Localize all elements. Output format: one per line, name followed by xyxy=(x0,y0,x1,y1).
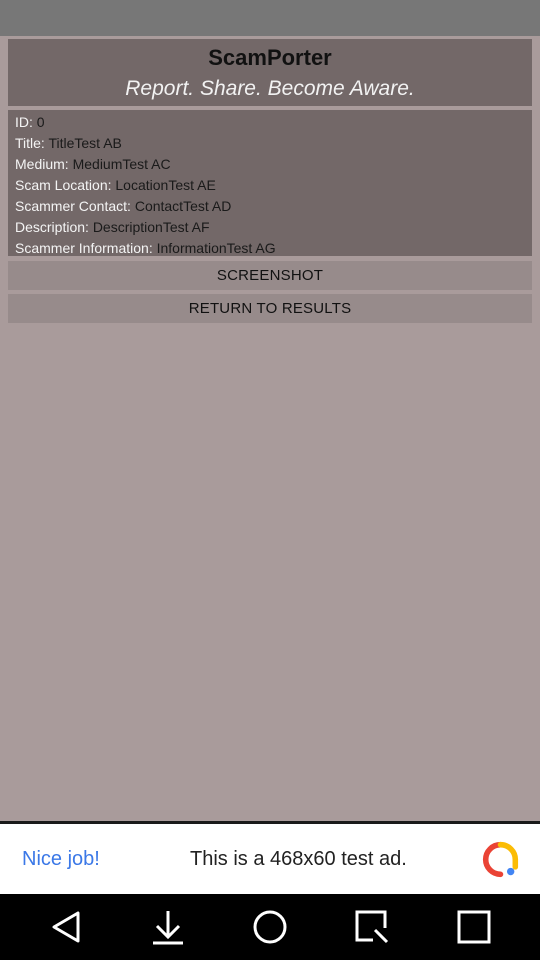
back-icon[interactable] xyxy=(48,908,86,946)
report-details-panel: ID: 0 Title: TitleTest AB Medium: Medium… xyxy=(8,110,532,256)
detail-row-description: Description: DescriptionTest AF xyxy=(15,217,525,238)
app-header: ScamPorter Report. Share. Become Aware. xyxy=(8,39,532,106)
home-icon[interactable] xyxy=(251,908,289,946)
detail-value: TitleTest AB xyxy=(48,135,122,151)
ad-text[interactable]: This is a 468x60 test ad. xyxy=(190,848,407,871)
return-to-results-button[interactable]: RETURN TO RESULTS xyxy=(8,294,532,323)
app-title: ScamPorter xyxy=(208,45,332,70)
detail-value: DescriptionTest AF xyxy=(92,219,210,235)
detail-label: Scam Location: xyxy=(15,177,112,193)
detail-label: Medium: xyxy=(15,156,69,172)
screenshot-button[interactable]: SCREENSHOT xyxy=(8,261,532,290)
detail-value: ContactTest AD xyxy=(134,198,232,214)
detail-label: Title: xyxy=(15,135,45,151)
detail-row-scammer-contact: Scammer Contact: ContactTest AD xyxy=(15,196,525,217)
recents-icon[interactable] xyxy=(455,908,493,946)
detail-row-id: ID: 0 xyxy=(15,112,525,133)
detail-value: MediumTest AC xyxy=(72,156,171,172)
detail-value: LocationTest AE xyxy=(115,177,216,193)
adchoices-logo-icon[interactable] xyxy=(482,841,519,878)
screenshot-icon[interactable] xyxy=(353,908,391,946)
detail-value: InformationTest AG xyxy=(156,240,276,256)
detail-row-scam-location: Scam Location: LocationTest AE xyxy=(15,175,525,196)
detail-label: Description: xyxy=(15,219,89,235)
detail-row-title: Title: TitleTest AB xyxy=(15,133,525,154)
ad-headline[interactable]: Nice job! xyxy=(22,848,100,871)
test-ad-banner[interactable]: Nice job! This is a 468x60 test ad. xyxy=(0,824,540,894)
detail-value: 0 xyxy=(36,114,45,130)
detail-row-medium: Medium: MediumTest AC xyxy=(15,154,525,175)
status-bar xyxy=(0,0,540,36)
detail-label: Scammer Contact: xyxy=(15,198,131,214)
download-icon[interactable] xyxy=(149,908,187,946)
detail-row-scammer-information: Scammer Information: InformationTest AG xyxy=(15,238,525,259)
detail-label: ID: xyxy=(15,114,33,130)
detail-label: Scammer Information: xyxy=(15,240,153,256)
app-tagline: Report. Share. Become Aware. xyxy=(125,77,415,100)
navigation-bar xyxy=(0,894,540,960)
